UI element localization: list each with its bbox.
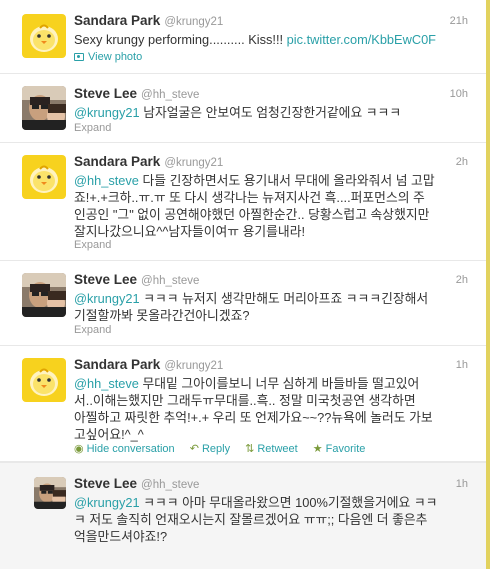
author-handle[interactable]: @hh_steve (141, 89, 199, 101)
tweet[interactable]: Steve Lee @hh_steve 10h @krungy21 남자얼굴은 안… (0, 74, 490, 143)
mention-link[interactable]: @krungy21 (74, 105, 140, 120)
author-handle[interactable]: @hh_steve (141, 275, 199, 287)
retweet-button[interactable]: ⇅ Retweet (245, 442, 298, 456)
photo-link[interactable]: pic.twitter.com/KbbEwC0F (287, 32, 436, 47)
timestamp[interactable]: 1h (456, 478, 468, 490)
tweet-text: Sexy krungy performing.......... Kiss!!!… (74, 31, 474, 48)
conversation-icon: ◉ (74, 443, 84, 455)
author-handle[interactable]: @krungy21 (164, 360, 223, 372)
author-name[interactable]: Steve Lee @hh_steve (74, 476, 199, 491)
mention-link[interactable]: @hh_steve (74, 376, 139, 391)
avatar-steve-icon[interactable] (34, 477, 66, 509)
tweet[interactable]: Sandara Park @krungy21 21h Sexy krungy pe… (0, 0, 490, 74)
retweet-icon: ⇅ (245, 443, 255, 455)
author-name[interactable]: Sandara Park @krungy21 (74, 13, 223, 28)
author-name[interactable]: Sandara Park @krungy21 (74, 357, 223, 372)
tweet-actions: ◉ Hide conversation ↶ Reply ⇅ Retweet ★ Favo… (74, 442, 377, 456)
tweet-text: @krungy21 ㅋㅋㅋ 뉴저지 생각만해도 머리아프죠 ㅋㅋㅋ긴장해서 기절… (74, 291, 429, 323)
tweet-text: @krungy21 ㅋㅋㅋ 아마 무대올라왔으면 100%기절했을거에요 ㅋㅋ … (74, 495, 438, 544)
favorite-button[interactable]: ★ Favorite (312, 442, 366, 456)
mention-link[interactable]: @krungy21 (74, 495, 140, 510)
timestamp[interactable]: 1h (456, 359, 468, 371)
avatar-steve-icon[interactable] (22, 273, 66, 317)
conversation-reply[interactable]: Steve Lee @hh_steve 1h @krungy21 ㅋㅋㅋ 아마 무… (0, 462, 490, 569)
tweet[interactable]: Steve Lee @hh_steve 2h @krungy21 ㅋㅋㅋ 뉴저지 … (0, 261, 490, 346)
tweet-text: @krungy21 남자얼굴은 안보여도 엄청긴장한거같에요 ㅋㅋㅋ (74, 104, 474, 121)
photo-icon (74, 53, 84, 61)
tweet-text: @hh_steve 다들 긴장하면서도 용기내서 무대에 올라와줘서 넘 고맙 … (74, 173, 435, 239)
expand-link[interactable]: Expand (74, 239, 111, 251)
avatar-chick-icon[interactable] (22, 14, 66, 58)
author-name[interactable]: Steve Lee @hh_steve (74, 86, 199, 101)
author-handle[interactable]: @hh_steve (141, 479, 199, 491)
tweet-body: 남자얼굴은 안보여도 엄청긴장한거같에요 ㅋㅋㅋ (139, 105, 402, 120)
timestamp[interactable]: 2h (456, 274, 468, 286)
timeline: Sandara Park @krungy21 21h Sexy krungy pe… (0, 0, 490, 569)
tweet-body: Sexy krungy performing.......... Kiss!!! (74, 32, 287, 47)
tweet-text: @hh_steve 무대밑 그아이를보니 너무 심하게 바들바들 떨고있어 서.… (74, 376, 433, 442)
page-edge (486, 0, 490, 569)
mention-link[interactable]: @krungy21 (74, 291, 140, 306)
avatar-chick-icon[interactable] (22, 155, 66, 199)
expand-link[interactable]: Expand (74, 324, 111, 336)
reply-button[interactable]: ↶ Reply (189, 442, 230, 456)
author-name[interactable]: Sandara Park @krungy21 (74, 154, 223, 169)
author-handle[interactable]: @krungy21 (164, 16, 223, 28)
hide-conversation-button[interactable]: ◉ Hide conversation (74, 442, 175, 456)
timestamp[interactable]: 21h (450, 15, 468, 27)
view-photo-link[interactable]: View photo (74, 51, 142, 63)
expand-link[interactable]: Expand (74, 122, 111, 134)
star-icon: ★ (312, 443, 323, 455)
timestamp[interactable]: 2h (456, 156, 468, 168)
avatar-chick-icon[interactable] (22, 358, 66, 402)
tweet[interactable]: Sandara Park @krungy21 2h @hh_steve 다들 긴장… (0, 143, 490, 261)
avatar-steve-icon[interactable] (22, 86, 66, 130)
author-handle[interactable]: @krungy21 (164, 157, 223, 169)
reply-icon: ↶ (189, 443, 199, 455)
author-name[interactable]: Steve Lee @hh_steve (74, 272, 199, 287)
timestamp[interactable]: 10h (450, 88, 468, 100)
mention-link[interactable]: @hh_steve (74, 173, 139, 188)
tweet-expanded[interactable]: Sandara Park @krungy21 1h @hh_steve 무대밑 그… (0, 346, 490, 462)
